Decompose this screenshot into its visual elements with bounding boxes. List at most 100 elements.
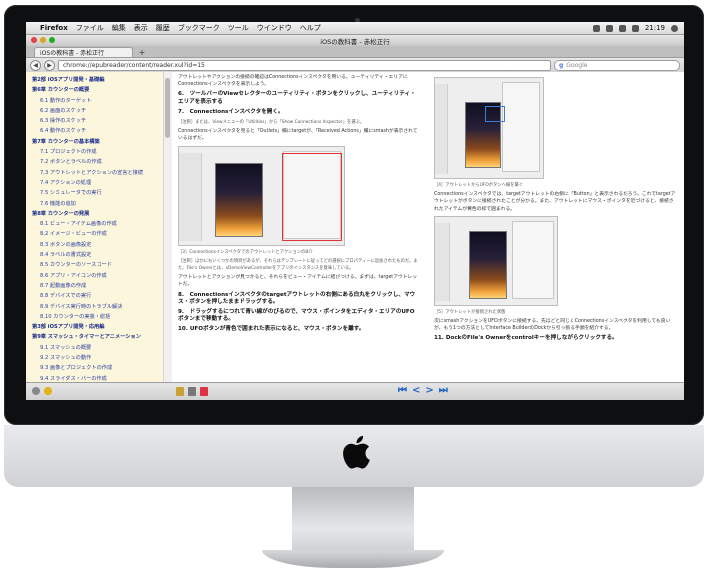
browser-content: 第2部 iOSアプリ開発・基礎編 第6章 カウンターの概要 6.1 動作のターゲット… — [26, 72, 684, 400]
previous-page-button[interactable]: < — [412, 385, 420, 396]
toc-section[interactable]: 9.3 画像とプロジェクトの作成 — [32, 363, 163, 373]
settings-icon[interactable] — [32, 387, 40, 395]
toc-section[interactable]: 8.9 デバイス実行時のトラブル解決 — [32, 302, 163, 312]
window-controls — [31, 37, 55, 43]
zoom-window-icon[interactable] — [49, 37, 55, 43]
right-column: ［4］アウトレットからUFOボタンへ線を繋ぐ Connectionsインスペクタ… — [434, 74, 678, 346]
menu-file[interactable]: ファイル — [76, 23, 104, 33]
google-icon: g — [559, 61, 564, 69]
toc-chapter[interactable]: 第3部 iOSアプリ開発・応用編 — [32, 322, 163, 332]
forward-button[interactable]: ▶ — [44, 59, 55, 71]
para-5: 次にsmashアクションをUFOボタンに接続する。先ほどと同じくConnecti… — [434, 319, 671, 332]
toc-section[interactable]: 6.3 操作のスケッチ — [32, 116, 163, 126]
intro-text: アウトレットやアクションの接続の確認はConnectionsインスペクタを用いる… — [178, 75, 408, 88]
toc-section[interactable]: 8.4 ラベルの書式設定 — [32, 250, 163, 260]
toc-chapter[interactable]: 第6章 カウンターの概要 — [32, 85, 163, 95]
menu-help[interactable]: ヘルプ — [300, 23, 321, 33]
step-11: 11. DockのFile's Ownerをcontrolキーを押しながらクリッ… — [434, 335, 618, 342]
toc-section[interactable]: 8.7 起動画像の作成 — [32, 281, 163, 291]
connection-line-box — [485, 106, 505, 122]
figure-3-caption: ［3］ConnectionsインスペクタでのアウトレットとアクションのB介 — [178, 249, 313, 255]
page-navigation: ⏮ < > ⏭ — [398, 385, 448, 396]
toc-section[interactable]: 7.5 シミュレータでの実行 — [32, 188, 163, 198]
back-button[interactable]: ◀ — [30, 59, 41, 71]
minimize-window-icon[interactable] — [40, 37, 46, 43]
menu-tools[interactable]: ツール — [228, 23, 249, 33]
reader-toolbar: ⏮ < > ⏭ — [26, 382, 684, 400]
toc-section[interactable]: 9.4 スライダス・バーの作成 — [32, 374, 163, 382]
wifi-icon[interactable] — [605, 24, 613, 32]
screen: Firefox ファイル 編集 表示 履歴 ブックマーク ツール ウインドウ ヘ… — [26, 22, 684, 400]
first-page-button[interactable]: ⏮ — [398, 385, 407, 396]
toc-section[interactable]: 8.1 ビュー・アイテム画像の作成 — [32, 219, 163, 229]
toc-section[interactable]: 8.6 アプリ・アイコンの作成 — [32, 271, 163, 281]
reader-file-tools — [176, 387, 208, 396]
clock[interactable]: 21:19 — [645, 24, 665, 32]
save-icon[interactable] — [188, 387, 196, 396]
left-column: アウトレットやアクションの接続の確認はConnectionsインスペクタを用いる… — [178, 74, 418, 337]
para-4: Connectionsインスペクタでは、targetアウトレットの右側に「But… — [434, 192, 676, 212]
toc-section[interactable]: 9.2 スマッシュの動作 — [32, 353, 163, 363]
bluetooth-icon[interactable] — [592, 24, 600, 32]
last-page-button[interactable]: ⏭ — [439, 385, 448, 396]
menu-bookmarks[interactable]: ブックマーク — [178, 23, 220, 33]
window-titlebar: iOSの教科書 - 赤松正行 — [26, 35, 684, 46]
toc-section[interactable]: 8.8 デバイスでの実行 — [32, 291, 163, 301]
toc-section[interactable]: 6.2 画面のスケッチ — [32, 106, 163, 116]
connections-panel — [502, 82, 540, 172]
toc-section[interactable]: 7.4 アクションの処理 — [32, 178, 163, 188]
toc-list: 第2部 iOSアプリ開発・基礎編 第6章 カウンターの概要 6.1 動作のターゲット… — [26, 72, 163, 382]
toc-section[interactable]: 8.3 ボタンの画像設定 — [32, 240, 163, 250]
tab-bar: iOSの教科書 - 赤松正行 + — [26, 46, 684, 58]
toc-chapter[interactable]: 第9章 スマッシュ・タイマーとアニメーション — [32, 332, 163, 342]
step-8: 8. Connectionsインスペクタのtargetアウトレットの右側にある白… — [178, 291, 416, 305]
toc-chapter[interactable]: 第2部 iOSアプリ開発・基礎編 — [32, 75, 163, 85]
menu-history[interactable]: 履歴 — [156, 23, 170, 33]
menu-app-firefox[interactable]: Firefox — [40, 24, 68, 32]
next-page-button[interactable]: > — [425, 385, 433, 396]
imac-stand-foot — [262, 550, 444, 568]
figure-5-screenshot — [434, 215, 558, 306]
step-6: 6. ツールバーのViewセレクターのユーティリティ・ボタンをクリックし、ユーテ… — [178, 91, 416, 105]
volume-icon[interactable] — [618, 24, 626, 32]
toc-section[interactable]: 7.6 機能の追加 — [32, 199, 163, 209]
toc-section[interactable]: 9.1 スマッシュの概要 — [32, 343, 163, 353]
url-field[interactable]: chrome://epubreader/content/reader.xul?i… — [58, 59, 551, 71]
toc-section[interactable]: 8.10 カウンターの実装・総括 — [32, 312, 163, 322]
spotlight-icon[interactable] — [671, 24, 678, 32]
para-7: Connectionsインスペクタを見ると「Outlets」欄にtargetが、… — [178, 129, 418, 142]
toc-section[interactable]: 7.2 ボタンとラベルの作成 — [32, 157, 163, 167]
toc-chapter[interactable]: 第7章 カウンターの基本構築 — [32, 137, 163, 147]
toc-section[interactable]: 7.3 アウトレットとアクションの宣言と接続 — [32, 168, 163, 178]
open-folder-icon[interactable] — [176, 387, 184, 396]
search-field[interactable]: g Google — [554, 59, 680, 71]
pdf-icon[interactable] — [200, 387, 208, 396]
ufo-phone-image — [469, 230, 507, 299]
tab-ios-book[interactable]: iOSの教科書 - 赤松正行 — [34, 47, 133, 57]
toc-section[interactable]: 8.5 カウンターのソースコード — [32, 260, 163, 270]
toc-scroll-thumb[interactable] — [165, 78, 170, 138]
toc-chapter[interactable]: 第8章 カウンターの発展 — [32, 209, 163, 219]
figure-3-note: ［注釈］ほかにもいくつかの項目があるが、それらはテンプレートに従ってどの選択にプ… — [178, 258, 418, 272]
toc-sidebar: 第2部 iOSアプリ開発・基礎編 第6章 カウンターの概要 6.1 動作のターゲット… — [26, 72, 164, 382]
figure-5-caption: ［5］アウトレットが接続された状態 — [434, 309, 506, 315]
imac-stand — [292, 487, 414, 557]
toc-section[interactable]: 8.2 イメージ・ビューの作成 — [32, 229, 163, 239]
note-7: ［注釈］または、Viewメニューの「Utilities」から「Show Conn… — [178, 120, 365, 126]
menu-edit[interactable]: 編集 — [112, 23, 126, 33]
toc-section[interactable]: 6.4 動作のスケッチ — [32, 126, 163, 136]
new-tab-button[interactable]: + — [136, 48, 148, 57]
step-7: 7. Connectionsインスペクタを開く。 — [178, 108, 284, 115]
menu-view[interactable]: 表示 — [134, 23, 148, 33]
figure-4-screenshot — [434, 77, 544, 179]
step-9: 9. ドラッグするにつれて青い線がのびるので、マウス・ポインタをエディタ・エリア… — [178, 309, 415, 323]
toc-section[interactable]: 7.1 プロジェクトの作成 — [32, 147, 163, 157]
connections-panel — [512, 220, 554, 299]
reader-left-tools — [32, 387, 52, 395]
toc-scrollbar[interactable] — [163, 72, 172, 382]
menu-window[interactable]: ウインドウ — [257, 23, 292, 33]
toc-section[interactable]: 6.1 動作のターゲット — [32, 96, 163, 106]
battery-icon[interactable] — [631, 24, 639, 32]
help-icon[interactable] — [44, 387, 52, 395]
close-window-icon[interactable] — [31, 37, 37, 43]
